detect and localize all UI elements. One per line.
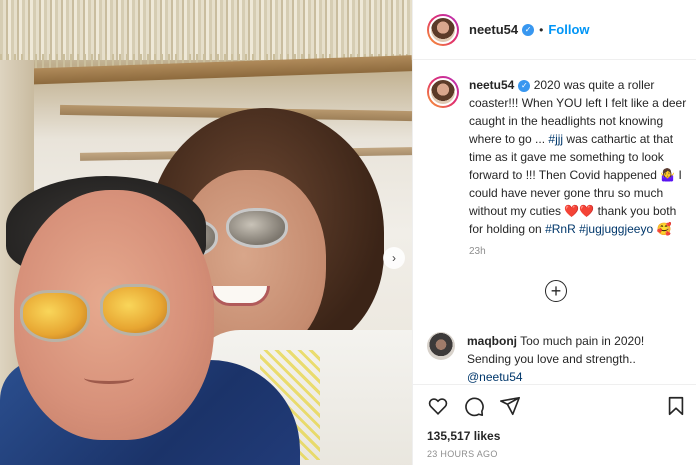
hashtag-link[interactable]: #RnR	[545, 222, 576, 236]
post-details-panel: neetu54 ✓ • Follow neetu54 ✓ 2020 was qui…	[412, 0, 696, 465]
sunglasses-lens	[226, 208, 288, 248]
bookmark-icon[interactable]	[665, 395, 687, 417]
caption-username[interactable]: neetu54	[469, 78, 514, 92]
chevron-right-icon[interactable]: ›	[383, 247, 405, 269]
man-smile	[84, 372, 134, 384]
follow-button[interactable]: Follow	[548, 22, 589, 37]
hashtag-link[interactable]: #jjj	[548, 132, 563, 146]
avatar[interactable]	[427, 76, 459, 108]
caption: neetu54 ✓ 2020 was quite a roller coaster…	[427, 76, 689, 257]
thatch-roof	[0, 0, 412, 68]
action-bar: 135,517 likes 23 HOURS AGO	[413, 384, 696, 465]
caption-timestamp[interactable]: 23h	[469, 246, 687, 257]
avatar[interactable]	[427, 332, 455, 360]
post-photo: ›	[0, 0, 412, 465]
action-icons	[427, 395, 521, 417]
avatar[interactable]	[427, 13, 459, 46]
hashtag-link[interactable]: #jugjuggjeeyo	[579, 222, 653, 236]
caption-body: was cathartic at that time as it gave me…	[469, 132, 682, 236]
share-icon[interactable]	[499, 395, 521, 417]
comment-item: maqbonj Too much pain in 2020! Sending y…	[427, 332, 689, 386]
post-timestamp[interactable]: 23 HOURS AGO	[427, 449, 498, 459]
username-link[interactable]: neetu54	[469, 22, 518, 37]
heart-icon[interactable]	[427, 395, 449, 417]
save-button[interactable]	[665, 395, 687, 422]
mirrored-lens	[100, 284, 170, 336]
caption-text: neetu54 ✓ 2020 was quite a roller coaster…	[469, 76, 687, 238]
caption-body: 🥰	[653, 222, 672, 236]
mention-link[interactable]: @neetu54	[467, 370, 523, 384]
mirrored-lens	[20, 290, 90, 342]
separator: •	[539, 22, 544, 37]
comment-username[interactable]: maqbonj	[467, 334, 517, 348]
verified-badge-icon: ✓	[522, 23, 535, 36]
verified-badge-icon: ✓	[518, 80, 531, 92]
load-more-comments-button[interactable]: +	[545, 280, 567, 302]
post-header: neetu54 ✓ • Follow	[413, 0, 696, 60]
likes-count[interactable]: 135,517 likes	[427, 429, 500, 443]
comment-icon[interactable]	[463, 395, 485, 417]
comment-text: maqbonj Too much pain in 2020! Sending y…	[467, 332, 689, 386]
